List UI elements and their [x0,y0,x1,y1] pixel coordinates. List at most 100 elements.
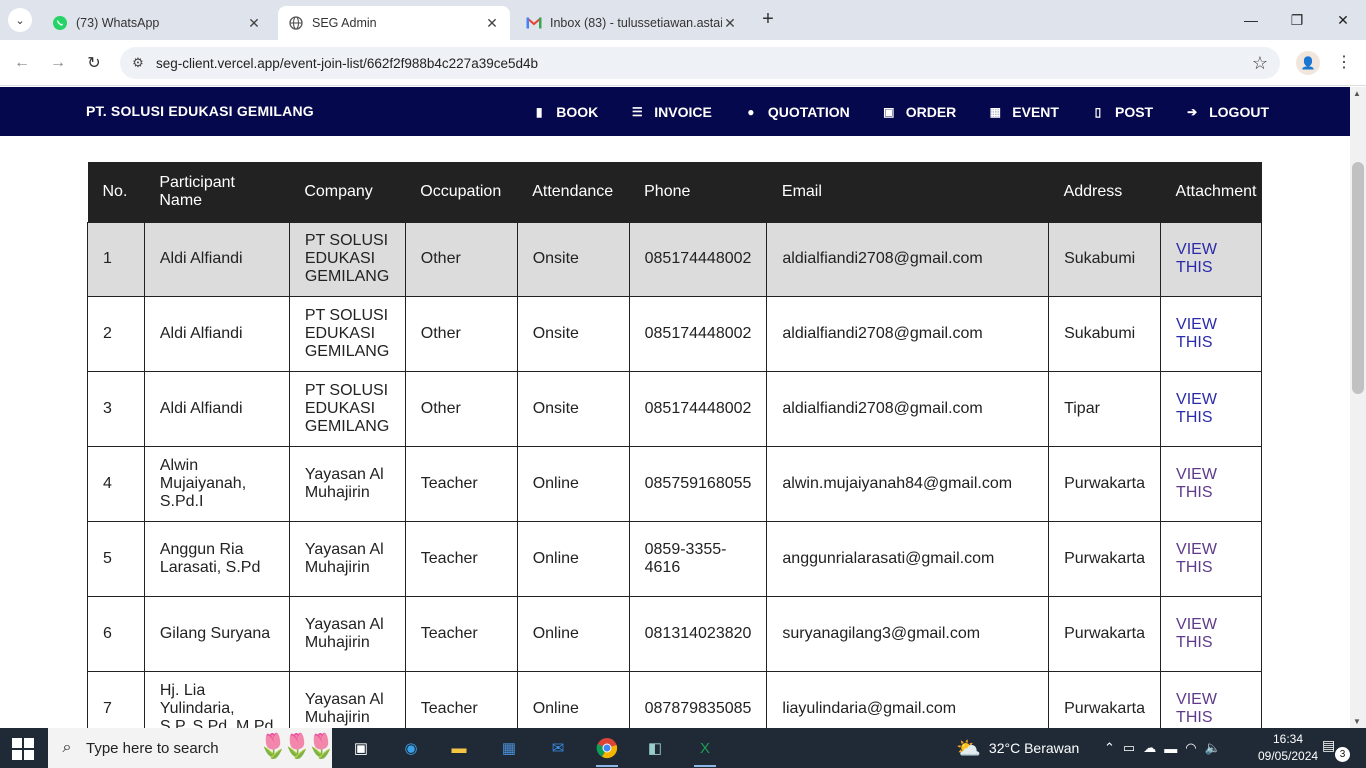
tab-seg-admin[interactable]: SEG Admin ✕ [278,6,510,40]
volume-icon[interactable]: 🔈 [1205,740,1221,756]
excel-icon[interactable]: X [690,734,720,767]
page-scrollbar[interactable]: ▲ ▼ [1350,87,1366,728]
forward-arrow-icon[interactable]: → [46,51,70,75]
nav-item-order[interactable]: ▣ ORDER [882,104,956,120]
back-arrow-icon[interactable]: ← [10,51,34,75]
microsoft-store-icon[interactable]: ▦ [494,734,524,762]
table-row: 7 Hj. Lia Yulindaria, S.P.,S.Pd.,M.Pd Ya… [87,670,1262,728]
onedrive-cloud-icon[interactable]: ☁ [1143,740,1156,756]
view-attachment-link[interactable]: VIEW THIS [1176,541,1217,576]
cell-participant-name: Gilang Suryana [143,595,290,672]
cell-company: Yayasan Al Muhajirin [288,445,406,522]
cell-phone: 085759168055 [628,445,768,522]
view-attachment-link[interactable]: VIEW THIS [1176,616,1217,651]
participants-table: No. Participant Name Company Occupation … [87,162,1262,728]
nav-item-invoice[interactable]: ☰ INVOICE [630,104,712,120]
mail-icon[interactable]: ✉ [543,734,573,762]
weather-widget[interactable]: ⛅ 32°C Berawan [956,728,1079,768]
taskbar-search-box[interactable]: ⌕ Type here to search 🌷🌷🌷 [48,728,336,768]
clipboard-icon: ▣ [883,104,895,119]
nav-item-book[interactable]: ▮ BOOK [532,104,598,120]
tab-whatsapp[interactable]: (73) WhatsApp ✕ [42,6,272,40]
tab-title: Inbox (83) - tulussetiawan.astaii [550,16,722,30]
tulips-icon: 🌷🌷🌷 [258,733,336,760]
cell-participant-name: Alwin Mujaiyanah, S.Pd.I [143,445,290,522]
view-attachment-link[interactable]: VIEW THIS [1176,466,1217,501]
cell-attendance: Onsite [516,221,630,297]
bookmark-star-icon[interactable]: ☆ [1252,53,1268,74]
cell-attendance: Online [516,520,630,597]
cell-email: liayulindaria@gmail.com [766,670,1050,728]
cell-company: PT SOLUSI EDUKASI GEMILANG [288,370,406,447]
col-header-attachment: Attachment [1160,162,1262,222]
site-settings-icon[interactable]: ⚙ [120,55,156,71]
nav-item-post[interactable]: ▯ POST [1091,104,1153,120]
cell-email: alwin.mujaiyanah84@gmail.com [766,445,1050,522]
task-view-icon[interactable]: ▣ [346,734,376,762]
gmail-icon [526,15,542,31]
cell-no: 2 [87,295,145,372]
view-attachment-link[interactable]: VIEW THIS [1176,241,1217,276]
file-explorer-icon[interactable]: ▬ [444,734,474,762]
col-header-email: Email [766,162,1049,222]
cell-occupation: Other [404,295,518,372]
cell-phone: 081314023820 [628,595,768,672]
col-header-address: Address [1048,162,1161,222]
table-row: 1 Aldi Alfiandi PT SOLUSI EDUKASI GEMILA… [87,221,1262,297]
battery-icon[interactable]: ▬ [1164,741,1177,756]
tab-search-button[interactable]: ⌄ [8,8,32,32]
window-close-icon[interactable]: ✕ [1320,0,1366,40]
scrollbar-thumb[interactable] [1352,162,1364,394]
restore-icon[interactable]: ❐ [1274,0,1320,40]
cell-company: Yayasan Al Muhajirin [288,670,406,728]
view-attachment-link[interactable]: VIEW THIS [1176,691,1217,726]
windows-start-icon[interactable] [12,738,34,760]
nav-item-label: INVOICE [654,103,712,120]
edge-browser-icon[interactable]: ◉ [396,734,426,762]
tab-gmail[interactable]: Inbox (83) - tulussetiawan.astaii ✕ [516,6,748,40]
tab-close-icon[interactable]: ✕ [246,15,262,32]
cell-phone: 087879835085 [628,670,768,728]
view-attachment-link[interactable]: VIEW THIS [1176,391,1217,426]
app-icon[interactable]: ◧ [640,734,670,762]
chevron-up-icon[interactable]: ⌃ [1104,740,1115,756]
new-tab-icon[interactable]: + [758,9,778,30]
whatsapp-icon [52,15,68,31]
table-header-row: No. Participant Name Company Occupation … [87,162,1262,222]
cell-attachment: VIEW THIS [1160,520,1262,597]
cell-attendance: Online [516,445,630,522]
meet-now-icon[interactable]: ▭ [1123,740,1135,756]
cell-no: 1 [87,221,145,297]
scroll-down-icon[interactable]: ▼ [1353,717,1361,726]
reload-icon[interactable]: ↻ [82,51,106,75]
cell-no: 5 [87,520,145,597]
tab-close-icon[interactable]: ✕ [484,15,500,32]
browser-menu-icon[interactable]: ⋮ [1334,51,1354,75]
nav-item-event[interactable]: ▦ EVENT [988,104,1059,120]
notification-center-icon[interactable]: ▤ 3 [1322,737,1350,762]
nav-item-logout[interactable]: ➔ LOGOUT [1185,104,1269,120]
wifi-icon[interactable]: ◠ [1185,740,1196,756]
cell-no: 6 [87,595,145,672]
cell-attachment: VIEW THIS [1160,670,1262,728]
table-row: 3 Aldi Alfiandi PT SOLUSI EDUKASI GEMILA… [87,370,1262,447]
cell-participant-name: Anggun Ria Larasati, S.Pd [143,520,290,597]
tab-close-icon[interactable]: ✕ [722,15,738,32]
cell-attendance: Onsite [516,370,630,447]
brand-title[interactable]: PT. SOLUSI EDUKASI GEMILANG [86,103,314,119]
minimize-icon[interactable]: — [1228,0,1274,40]
nav-item-quotation[interactable]: ● QUOTATION [744,104,850,120]
profile-avatar[interactable]: 👤 [1296,51,1320,75]
address-bar[interactable]: ⚙ seg-client.vercel.app/event-join-list/… [120,47,1280,79]
col-header-no: No. [87,162,145,222]
taskbar-clock[interactable]: 16:34 09/05/2024 [1258,731,1318,765]
page-content: PT. SOLUSI EDUKASI GEMILANG ▮ BOOK ☰ INV… [0,87,1350,728]
browser-tab-strip: ⌄ (73) WhatsApp ✕ SEG Admin ✕ Inbox (83)… [0,0,1366,40]
cell-participant-name: Aldi Alfiandi [143,370,290,447]
view-attachment-link[interactable]: VIEW THIS [1176,316,1217,351]
scroll-up-icon[interactable]: ▲ [1353,89,1361,98]
cell-email: aldialfiandi2708@gmail.com [766,295,1050,372]
cell-address: Purwakarta [1048,520,1162,597]
chrome-icon[interactable] [592,734,622,767]
list-icon: ☰ [631,104,643,119]
